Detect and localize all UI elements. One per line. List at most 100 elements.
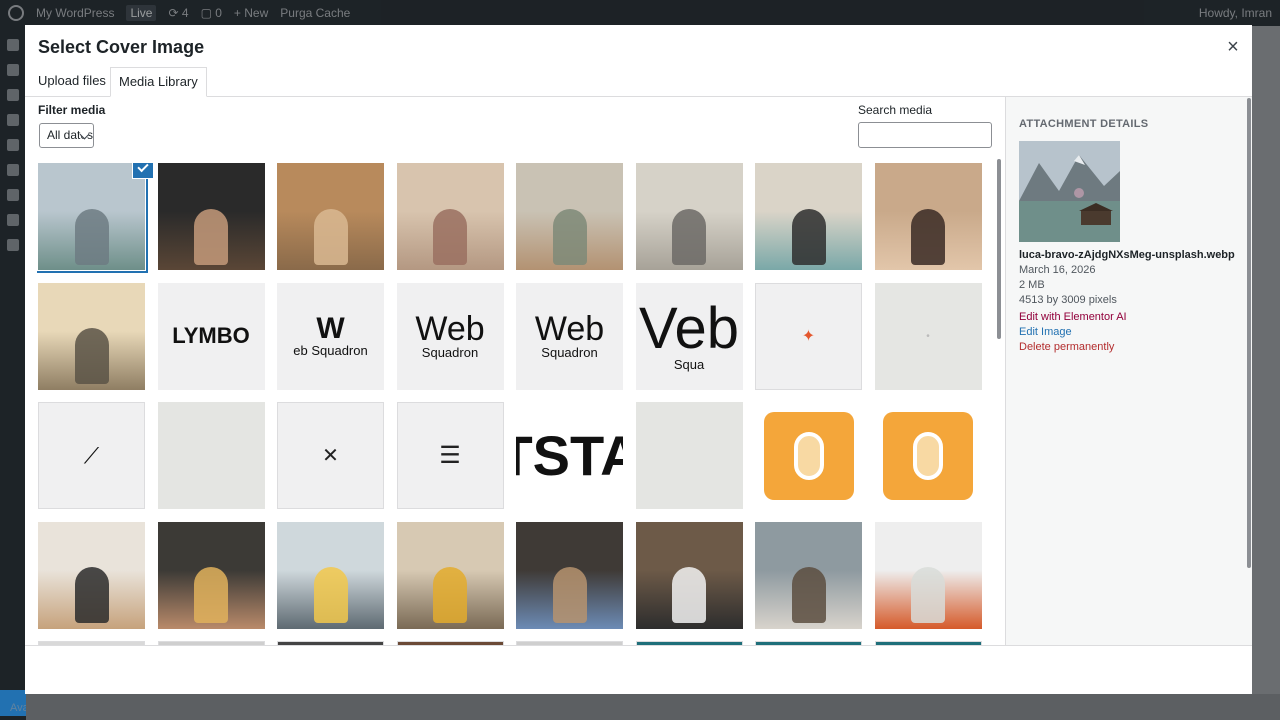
media-item-preview [516,521,623,629]
media-item-preview: Web Squadron [277,282,384,390]
wordpress-logo-icon[interactable] [8,5,24,21]
media-item[interactable]: Web Squadron [396,282,504,390]
photo-subject [74,328,109,384]
media-item[interactable]: Veb Squa [635,282,743,390]
grid-scrollbar[interactable] [997,159,1001,339]
photo-subject [672,208,706,265]
media-item[interactable]: ✕ [277,402,384,509]
tab-upload-files[interactable]: Upload files [30,67,114,97]
menu-users-icon[interactable] [7,214,19,226]
media-item[interactable] [38,282,145,390]
media-item[interactable] [516,521,623,629]
tab-media-library[interactable]: Media Library [110,67,207,97]
media-item[interactable] [635,163,743,270]
delete-permanently-link[interactable]: Delete permanently [1019,340,1244,355]
attachment-date: March 16, 2026 [1019,264,1096,276]
site-name-link[interactable]: My WordPress [36,6,114,20]
menu-tools-icon[interactable] [7,239,19,251]
media-item[interactable]: TSTA [516,402,623,509]
media-item[interactable]: ✦ [755,282,862,390]
media-item[interactable]: ☰ [396,402,504,509]
attachment-details-heading: ATTACHMENT DETAILS [1019,118,1149,130]
media-item[interactable] [157,402,265,509]
menu-plugins-icon[interactable] [7,189,19,201]
menu-dashboard-icon[interactable] [7,39,19,51]
media-item[interactable] [38,521,145,629]
edit-with-elementor-ai-link[interactable]: Edit with Elementor AI [1019,310,1244,325]
media-item[interactable]: ⟋ [38,402,145,509]
menu-posts-icon[interactable] [7,64,19,76]
magic-wand-icon: ⟋ [83,442,100,468]
media-item[interactable] [874,163,982,270]
small-dot-icon: • [926,330,930,342]
menu-pages-icon[interactable] [7,114,19,126]
media-item[interactable]: Web Squadron [277,282,384,390]
photo-subject [791,208,826,265]
selected-check-icon[interactable] [132,163,154,179]
updates-count: 4 [181,6,189,20]
media-item[interactable] [157,163,265,270]
photo-subject [313,567,348,623]
media-item[interactable] [635,402,743,509]
media-item[interactable] [277,521,384,629]
media-item-preview [755,521,862,629]
attachment-thumbnail [1019,141,1120,242]
mountain-lake-image [1019,141,1120,242]
new-content-link[interactable]: + New [234,6,268,20]
sidebar-scrollbar[interactable] [1247,98,1251,568]
photo-subject [313,208,348,265]
media-item[interactable]: Web Squadron [516,282,623,390]
close-modal-button[interactable]: × [1221,35,1245,59]
logo-subtext: Squadron [421,344,479,360]
filter-media-label: Filter media [38,103,106,117]
media-item[interactable] [755,402,862,509]
purge-cache-link[interactable]: Purga Cache [280,6,350,20]
microphone-icon [883,411,973,500]
new-label: New [244,6,269,20]
media-item-preview [396,163,504,270]
attachment-details-panel: ATTACHMENT DETAILS luca-bravo-zAjdgNXsMe… [1006,97,1252,645]
howdy-user[interactable]: Howdy, Imran [1199,6,1272,20]
date-filter-select[interactable]: All dates [39,123,94,148]
photo-subject [194,567,228,623]
media-item[interactable] [396,521,504,629]
edit-image-link[interactable]: Edit Image [1019,325,1244,340]
media-item[interactable]: LYMBO [157,282,265,390]
media-item[interactable] [635,521,743,629]
media-item-preview [635,521,743,629]
comments-count: 0 [215,6,222,20]
media-item[interactable] [516,163,623,270]
menu-media-icon[interactable] [7,89,19,101]
photo-subject [791,567,826,623]
media-item-preview [38,282,145,390]
media-modal: Select Cover Image × Upload files Media … [25,25,1252,694]
logo-text: LYMBO [172,323,250,348]
media-item[interactable] [874,402,982,509]
updates-icon[interactable]: ⟳ 4 [168,6,188,20]
media-item[interactable] [277,163,384,270]
media-item-preview: Web Squadron [516,282,623,390]
menu-comments-icon[interactable] [7,139,19,151]
comments-icon[interactable]: ▢ 0 [201,6,222,20]
media-item[interactable] [396,163,504,270]
media-item[interactable] [157,521,265,629]
attachment-dimensions: 4513 by 3009 pixels [1019,294,1117,306]
modal-tabs: Upload files Media Library [25,67,1252,97]
photo-subject [911,567,945,623]
media-item-preview: ✦ [755,283,862,390]
search-media-input[interactable] [858,122,992,148]
photo-subject [552,567,587,623]
hamburger-menu-icon: ☰ [439,442,461,469]
media-item[interactable] [755,163,862,270]
media-item[interactable] [755,521,862,629]
media-item[interactable]: • [874,282,982,390]
backdrop-right [1252,26,1280,720]
search-media-label: Search media [858,103,933,117]
attachment-meta: luca-bravo-zAjdgNXsMeg-unsplash.webp Mar… [1019,248,1244,355]
podcast-badge [883,411,973,500]
menu-appearance-icon[interactable] [7,164,19,176]
logo-text: Web [415,309,485,348]
media-item[interactable] [38,163,154,270]
photo-subject [194,208,228,265]
media-item[interactable] [874,521,982,629]
